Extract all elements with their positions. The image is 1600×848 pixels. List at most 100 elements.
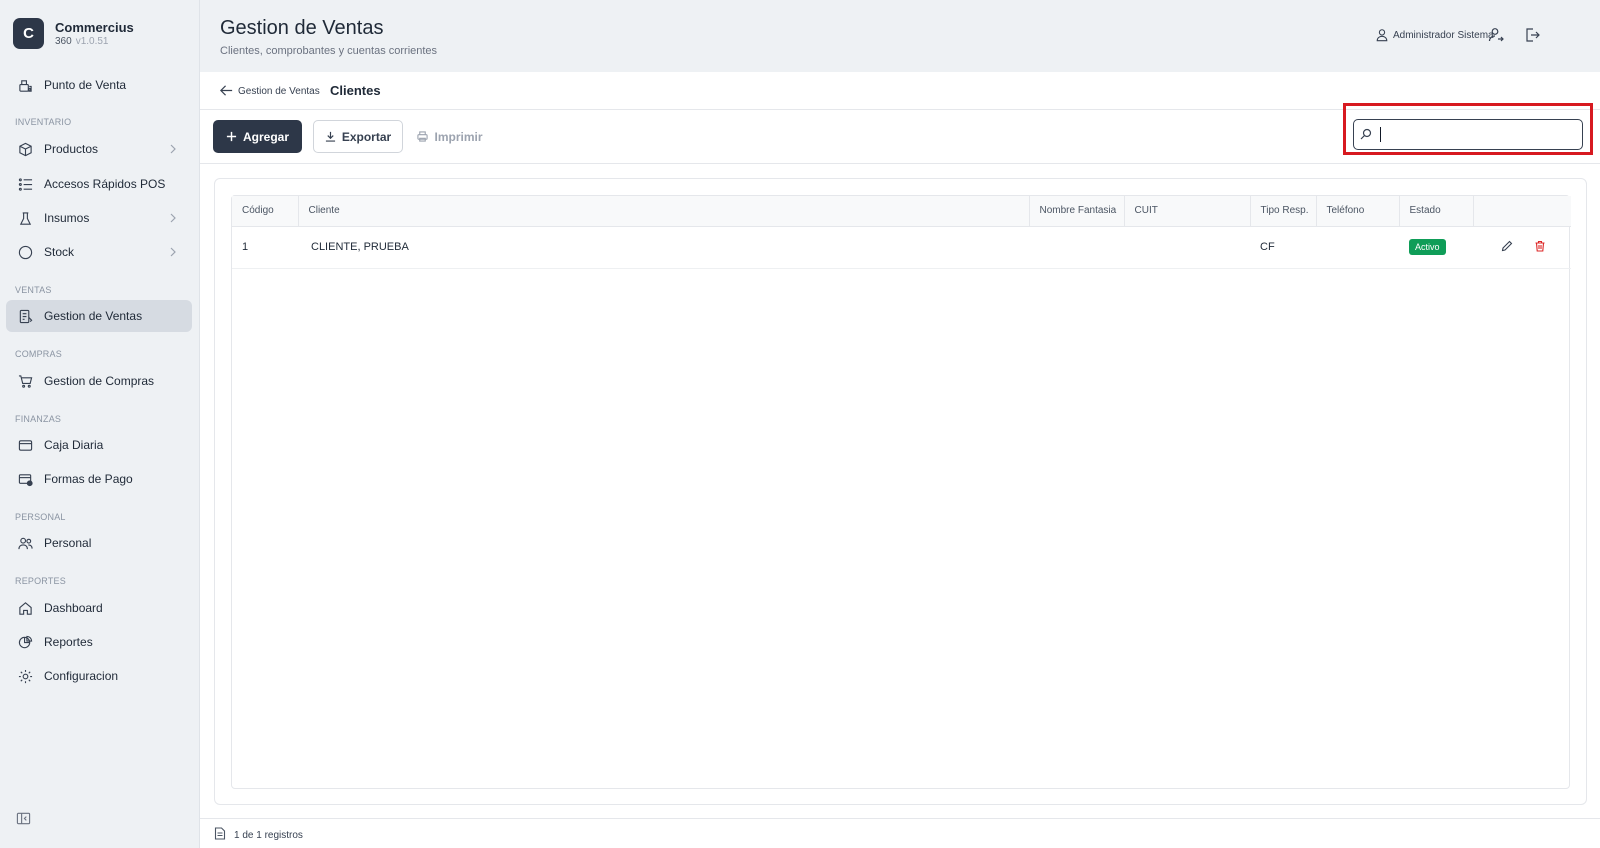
- sidebar-item-label: Insumos: [44, 211, 90, 225]
- trash-icon[interactable]: [1534, 240, 1546, 252]
- sidebar-item-insumos[interactable]: Insumos: [6, 202, 192, 234]
- cell-actions: [1473, 226, 1571, 269]
- download-icon: [325, 131, 335, 142]
- cell-estado: Activo: [1399, 226, 1473, 269]
- sidebar-item-configuracion[interactable]: Configuracion: [6, 660, 192, 692]
- chart-icon: [17, 634, 33, 650]
- receipt-icon: [17, 308, 33, 324]
- brand-name: Commercius: [55, 19, 134, 35]
- sidebar-item-reportes[interactable]: Reportes: [6, 626, 192, 658]
- add-button-label: Agregar: [242, 129, 289, 144]
- status-badge: Activo: [1409, 239, 1446, 255]
- sidebar-item-label: Dashboard: [44, 601, 103, 615]
- wallet-icon: [17, 437, 33, 453]
- page-title: Gestion de Ventas: [220, 17, 384, 39]
- search-input[interactable]: [1378, 123, 1578, 146]
- sidebar-item-label: Personal: [44, 536, 92, 550]
- column-header-estado[interactable]: Estado: [1399, 196, 1474, 227]
- list-icon: [17, 176, 33, 192]
- flask-icon: [17, 210, 33, 226]
- cell-cuit: [1124, 226, 1250, 269]
- sidebar-item-punto-de-venta[interactable]: Punto de Venta: [6, 69, 192, 101]
- back-arrow-icon[interactable]: [219, 83, 234, 98]
- print-button[interactable]: Imprimir: [414, 120, 486, 153]
- sidebar-item-label: Productos: [44, 142, 99, 156]
- plus-icon: [226, 131, 237, 142]
- column-header-nombre-fantasia[interactable]: Nombre Fantasia: [1029, 196, 1125, 227]
- sidebar-item-productos[interactable]: Productos: [6, 133, 192, 165]
- home-icon: [17, 600, 33, 616]
- sidebar-item-label: Reportes: [44, 635, 93, 649]
- edit-icon[interactable]: [1501, 240, 1513, 252]
- box-icon: [17, 141, 33, 157]
- table-row[interactable]: 1 CLIENTE, PRUEBA CF Activo: [232, 226, 1571, 269]
- column-header-tipo-resp[interactable]: Tipo Resp.: [1250, 196, 1317, 227]
- sidebar-item-gestion-compras[interactable]: Gestion de Compras: [6, 365, 192, 397]
- sidebar-item-label: Punto de Venta: [44, 78, 127, 92]
- section-ventas: VENTAS: [15, 285, 52, 295]
- print-button-label: Imprimir: [434, 129, 483, 144]
- logout-icon[interactable]: [1524, 27, 1540, 43]
- sidebar-item-dashboard[interactable]: Dashboard: [6, 592, 192, 624]
- section-reportes: REPORTES: [15, 576, 66, 586]
- chevron-right-icon: [170, 144, 176, 154]
- column-header-codigo[interactable]: Código: [232, 196, 299, 227]
- export-button-label: Exportar: [341, 129, 392, 144]
- add-button[interactable]: Agregar: [213, 120, 302, 153]
- sidebar-collapse-icon[interactable]: [16, 811, 31, 826]
- user-name: Administrador Sistema: [1393, 29, 1494, 41]
- sidebar-item-formas-de-pago[interactable]: Formas de Pago: [6, 463, 192, 495]
- toolbar: Agregar Exportar Imprimir: [200, 103, 1600, 164]
- column-header-cuit[interactable]: CUIT: [1124, 196, 1251, 227]
- page-subtitle: Clientes, comprobantes y cuentas corrien…: [220, 45, 438, 57]
- brand-sub: 360: [55, 35, 72, 47]
- search-box[interactable]: [1353, 119, 1583, 150]
- page-header: Gestion de Ventas Clientes, comprobantes…: [200, 0, 1600, 72]
- cell-telefono: [1316, 226, 1399, 269]
- cell-cliente: CLIENTE, PRUEBA: [298, 226, 1029, 269]
- chevron-right-icon: [170, 213, 176, 223]
- pos-icon: [17, 77, 33, 93]
- cell-codigo: 1: [232, 226, 298, 269]
- switch-user-icon[interactable]: [1488, 27, 1504, 43]
- user-menu[interactable]: Administrador Sistema: [1375, 28, 1494, 42]
- sidebar-item-label: Stock: [44, 245, 75, 259]
- circle-icon: [17, 244, 33, 260]
- export-button[interactable]: Exportar: [313, 120, 403, 153]
- chevron-right-icon: [170, 247, 176, 257]
- document-icon: [214, 827, 226, 840]
- cart-icon: [17, 373, 33, 389]
- section-personal: PERSONAL: [15, 512, 66, 522]
- sidebar-item-label: Accesos Rápidos POS: [44, 177, 166, 191]
- sidebar-item-gestion-ventas[interactable]: Gestion de Ventas: [6, 300, 192, 332]
- sidebar: C Commercius 360 v1.0.51 Punto de Venta I…: [0, 0, 200, 848]
- sidebar-item-label: Caja Diaria: [44, 438, 104, 452]
- sidebar-item-stock[interactable]: Stock: [6, 236, 192, 268]
- column-header-telefono[interactable]: Teléfono: [1316, 196, 1400, 227]
- brand[interactable]: C Commercius 360 v1.0.51: [13, 18, 134, 49]
- brand-logo: C: [13, 18, 44, 49]
- section-compras: COMPRAS: [15, 349, 62, 359]
- gear-icon: [17, 668, 33, 684]
- cell-fantasia: [1029, 226, 1124, 269]
- column-header-actions: [1473, 196, 1571, 227]
- sidebar-item-label: Gestion de Compras: [44, 374, 155, 388]
- record-count: 1 de 1 registros: [234, 830, 303, 841]
- cell-tipo-resp: CF: [1250, 226, 1316, 269]
- section-inventario: INVENTARIO: [15, 117, 72, 127]
- breadcrumb-current: Clientes: [330, 83, 381, 98]
- column-header-cliente[interactable]: Cliente: [298, 196, 1030, 227]
- text-caret: [1380, 127, 1381, 142]
- search-icon: [1360, 128, 1372, 140]
- payment-icon: [17, 471, 33, 487]
- breadcrumb-parent[interactable]: Gestion de Ventas: [238, 86, 320, 97]
- sidebar-item-caja-diaria[interactable]: Caja Diaria: [6, 429, 192, 461]
- sidebar-item-personal[interactable]: Personal: [6, 527, 192, 559]
- user-icon: [1376, 29, 1388, 42]
- sidebar-item-accesos-rapidos[interactable]: Accesos Rápidos POS: [6, 168, 192, 200]
- status-bar: 1 de 1 registros: [200, 818, 1600, 848]
- brand-version: v1.0.51: [75, 35, 109, 47]
- sidebar-item-label: Gestion de Ventas: [44, 309, 143, 323]
- sidebar-item-label: Configuracion: [44, 669, 119, 683]
- table-header-row: Código Cliente Nombre Fantasia CUIT Tipo…: [232, 196, 1571, 227]
